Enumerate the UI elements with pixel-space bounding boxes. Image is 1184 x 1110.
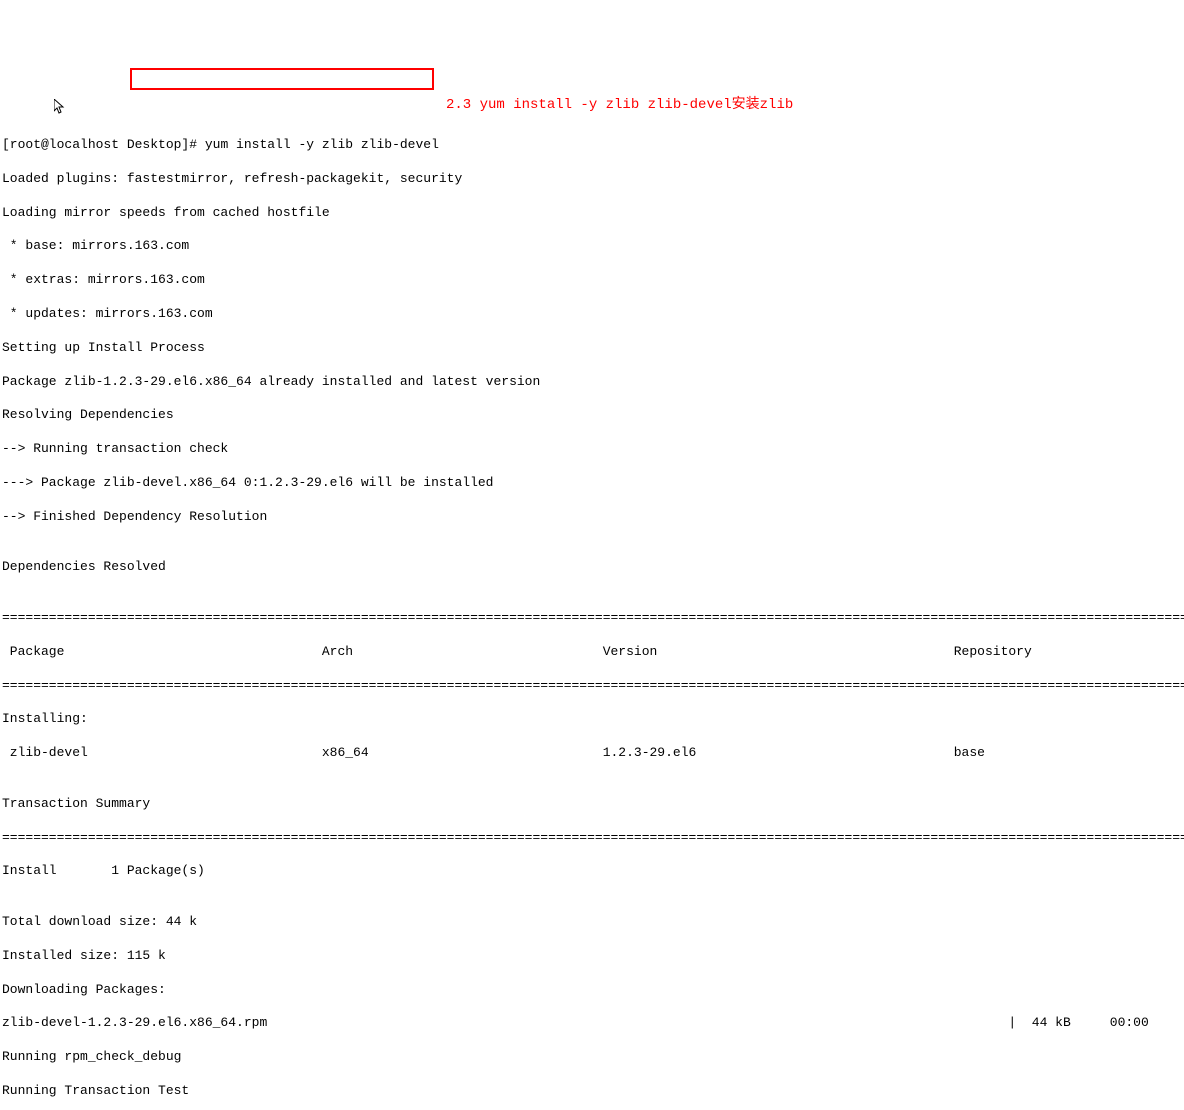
- command-highlight-box: [130, 68, 434, 90]
- table-border: ========================================…: [0, 610, 1184, 627]
- output-line: Total download size: 44 k: [0, 914, 1184, 931]
- output-line: Install 1 Package(s): [0, 863, 1184, 880]
- output-line: zlib-devel-1.2.3-29.el6.x86_64.rpm | 44 …: [0, 1015, 1184, 1032]
- output-line: Installing:: [0, 711, 1184, 728]
- output-line: Setting up Install Process: [0, 340, 1184, 357]
- annotation-text: 2.3 yum install -y zlib zlib-devel安装zlib: [446, 96, 793, 114]
- output-line: * base: mirrors.163.com: [0, 238, 1184, 255]
- output-line: * extras: mirrors.163.com: [0, 272, 1184, 289]
- output-line: Downloading Packages:: [0, 982, 1184, 999]
- output-line: Resolving Dependencies: [0, 407, 1184, 424]
- table-border: ========================================…: [0, 830, 1184, 847]
- output-line: ---> Package zlib-devel.x86_64 0:1.2.3-2…: [0, 475, 1184, 492]
- output-line: Transaction Summary: [0, 796, 1184, 813]
- command-text: yum install -y zlib zlib-devel: [197, 137, 439, 152]
- terminal-output: 2.3 yum install -y zlib zlib-devel安装zlib…: [0, 68, 1184, 1110]
- output-line: Running rpm_check_debug: [0, 1049, 1184, 1066]
- table-border: ========================================…: [0, 678, 1184, 695]
- output-line: --> Finished Dependency Resolution: [0, 509, 1184, 526]
- table-header: Package Arch Version Repository Size: [0, 644, 1184, 661]
- output-line: Running Transaction Test: [0, 1083, 1184, 1100]
- output-line: Loading mirror speeds from cached hostfi…: [0, 205, 1184, 222]
- output-line: --> Running transaction check: [0, 441, 1184, 458]
- output-line: Installed size: 115 k: [0, 948, 1184, 965]
- output-line: Loaded plugins: fastestmirror, refresh-p…: [0, 171, 1184, 188]
- prompt-prefix: [root@localhost Desktop]#: [2, 137, 197, 152]
- output-line: * updates: mirrors.163.com: [0, 306, 1184, 323]
- cursor-icon: [54, 84, 68, 121]
- output-line: Package zlib-1.2.3-29.el6.x86_64 already…: [0, 374, 1184, 391]
- table-row: zlib-devel x86_64 1.2.3-29.el6 base 44 k: [0, 745, 1184, 762]
- prompt-line: [root@localhost Desktop]# yum install -y…: [0, 137, 1184, 154]
- output-line: Dependencies Resolved: [0, 559, 1184, 576]
